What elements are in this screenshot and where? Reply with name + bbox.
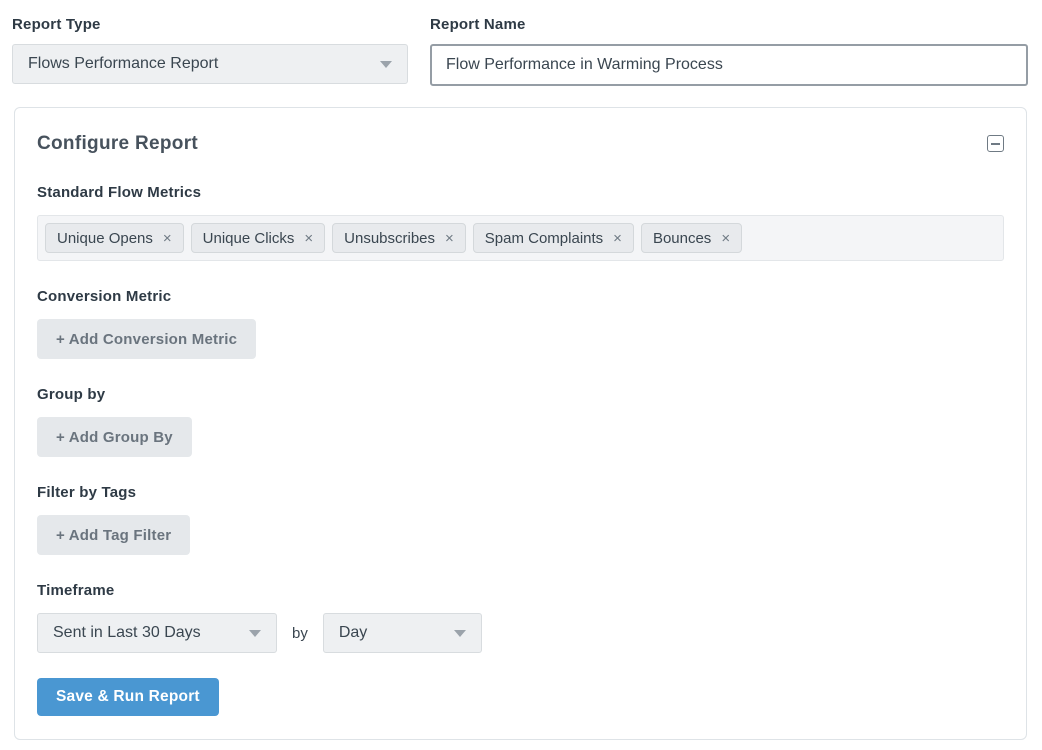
save-run-report-button[interactable]: Save & Run Report	[37, 678, 219, 716]
group-by-label: Group by	[37, 386, 1004, 403]
chevron-down-icon	[380, 61, 392, 68]
timeframe-row: Sent in Last 30 Days by Day	[37, 613, 1004, 653]
chip-label: Unique Opens	[57, 230, 153, 247]
chip-label: Unsubscribes	[344, 230, 435, 247]
report-type-label: Report Type	[12, 16, 408, 33]
remove-chip-icon[interactable]: ×	[613, 231, 622, 246]
timeframe-interval-value: Day	[339, 624, 367, 642]
by-label: by	[292, 625, 308, 642]
chevron-down-icon	[454, 630, 466, 637]
chip-label: Spam Complaints	[485, 230, 603, 247]
timeframe-label: Timeframe	[37, 582, 1004, 599]
remove-chip-icon[interactable]: ×	[163, 231, 172, 246]
chevron-down-icon	[249, 630, 261, 637]
page-title: Configure Report	[37, 133, 198, 155]
add-tag-filter-button[interactable]: + Add Tag Filter	[37, 515, 190, 555]
add-group-by-button[interactable]: + Add Group By	[37, 417, 192, 457]
metric-chip: Unsubscribes ×	[332, 223, 466, 253]
metric-chip: Unique Opens ×	[45, 223, 184, 253]
filter-by-tags-label: Filter by Tags	[37, 484, 1004, 501]
report-name-input[interactable]	[430, 44, 1028, 86]
remove-chip-icon[interactable]: ×	[445, 231, 454, 246]
card-header: Configure Report	[37, 133, 1004, 155]
collapse-section-icon[interactable]	[987, 135, 1004, 152]
timeframe-range-value: Sent in Last 30 Days	[53, 624, 201, 642]
report-type-select[interactable]: Flows Performance Report	[12, 44, 408, 84]
remove-chip-icon[interactable]: ×	[304, 231, 313, 246]
chip-label: Unique Clicks	[203, 230, 295, 247]
metric-chip: Unique Clicks ×	[191, 223, 325, 253]
report-header-row: Report Type Flows Performance Report Rep…	[0, 0, 1042, 86]
add-conversion-metric-button[interactable]: + Add Conversion Metric	[37, 319, 256, 359]
chip-label: Bounces	[653, 230, 711, 247]
metric-chip: Spam Complaints ×	[473, 223, 634, 253]
timeframe-interval-select[interactable]: Day	[323, 613, 482, 653]
report-type-field: Report Type Flows Performance Report	[12, 16, 408, 86]
metrics-label: Standard Flow Metrics	[37, 184, 1004, 201]
minus-icon	[991, 143, 1000, 145]
timeframe-range-select[interactable]: Sent in Last 30 Days	[37, 613, 277, 653]
metrics-chip-container[interactable]: Unique Opens × Unique Clicks × Unsubscri…	[37, 215, 1004, 261]
configure-report-card: Configure Report Standard Flow Metrics U…	[14, 107, 1027, 740]
report-name-label: Report Name	[430, 16, 1028, 33]
metric-chip: Bounces ×	[641, 223, 742, 253]
report-type-value: Flows Performance Report	[28, 55, 218, 73]
remove-chip-icon[interactable]: ×	[721, 231, 730, 246]
conversion-metric-label: Conversion Metric	[37, 288, 1004, 305]
report-name-field: Report Name	[430, 16, 1028, 86]
